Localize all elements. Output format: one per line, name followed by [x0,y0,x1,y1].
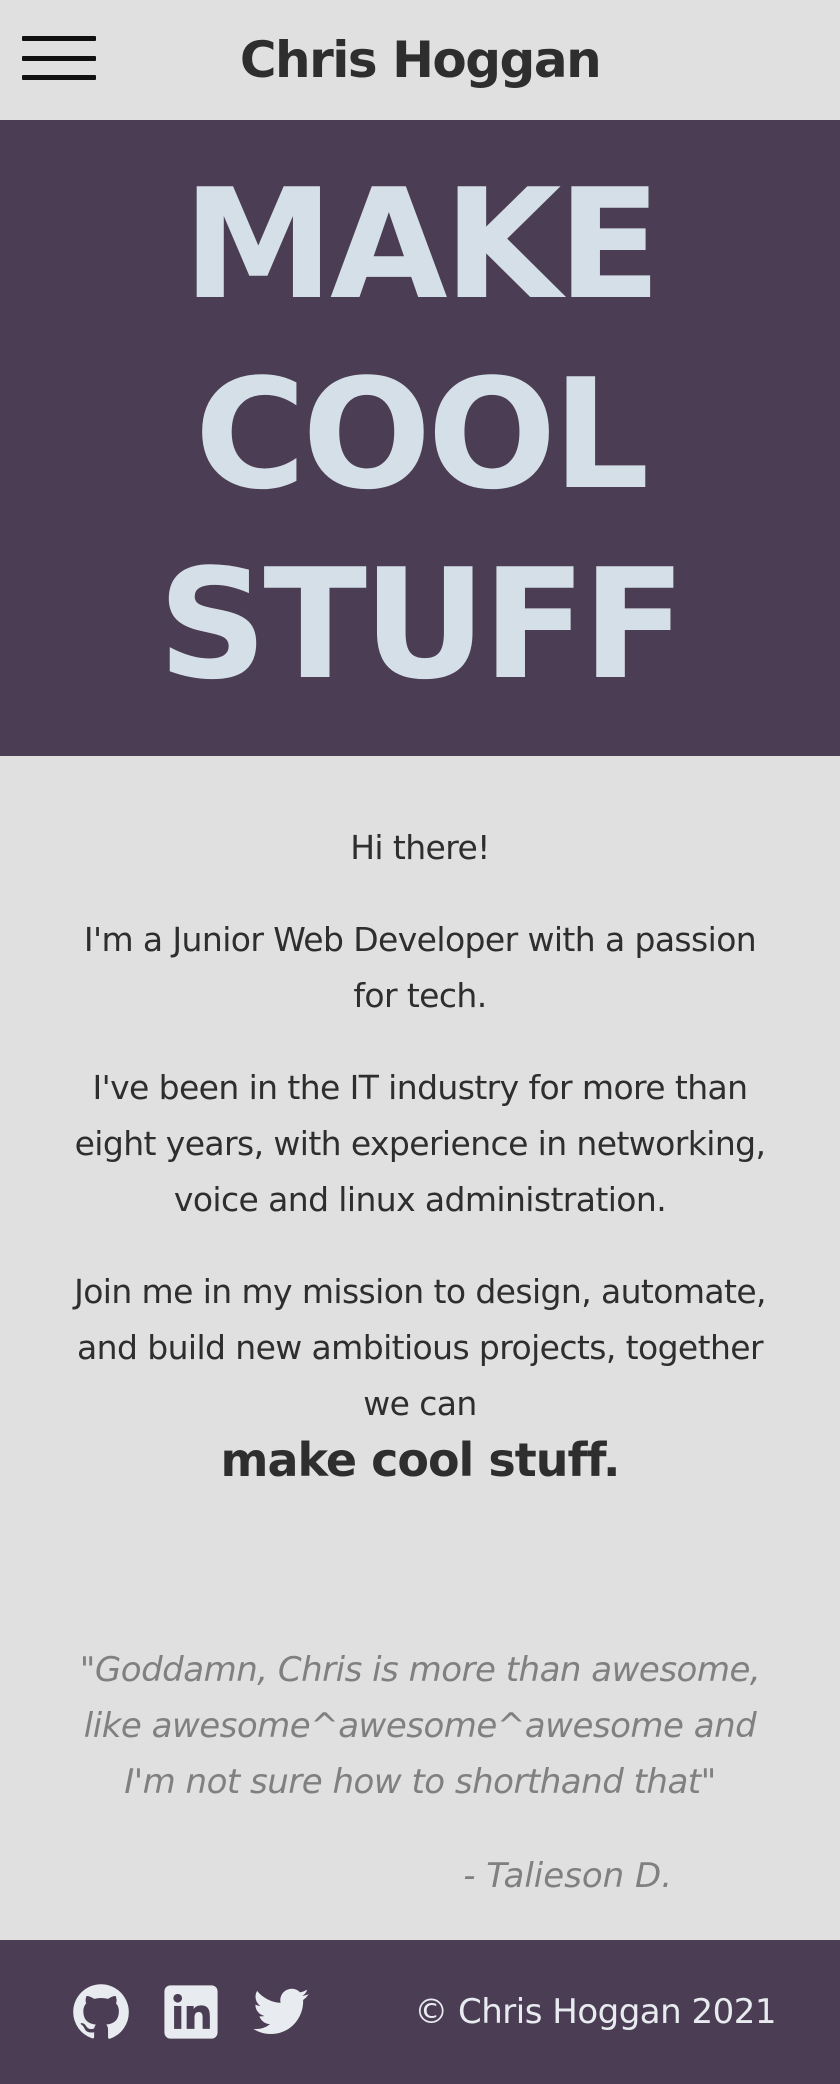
greeting-text: Hi there! [350,828,490,867]
about-section: Hi there! I'm a Junior Web Developer wit… [0,756,840,1488]
mission-sentence: Join me in my mission to design, automat… [74,1272,766,1423]
testimonial-section: "Goddamn, Chris is more than awesome, li… [0,1642,840,1904]
menu-bar-bottom [22,75,96,80]
tagline: make cool stuff. [220,1433,621,1487]
linkedin-icon-svg [164,1985,218,2039]
intro-text: I'm a Junior Web Developer with a passio… [83,920,757,1015]
site-footer: © Chris Hoggan 2021 [0,1940,840,2084]
github-icon[interactable] [72,1983,130,2041]
copyright-text: © Chris Hoggan 2021 [414,1992,776,2032]
twitter-icon[interactable] [252,1983,310,2041]
twitter-icon-svg [253,1988,309,2034]
social-links [72,1983,310,2041]
hero-line-cool: COOL [194,346,650,523]
testimonial-quote: "Goddamn, Chris is more than awesome, li… [79,1650,761,1802]
experience-text: I've been in the IT industry for more th… [74,1068,766,1219]
site-title[interactable]: Chris Hoggan [240,31,602,89]
hamburger-menu-icon[interactable] [22,36,96,80]
hero-banner: MAKE COOL STUFF [0,120,840,756]
hero-line-stuff: STUFF [157,536,686,713]
menu-bar-top [22,36,96,41]
menu-bar-middle [22,55,96,61]
linkedin-icon[interactable] [162,1983,220,2041]
site-header: Chris Hoggan [0,0,840,120]
testimonial-author: - Talieson D. [463,1856,672,1896]
github-icon-svg [73,1984,129,2039]
hero-line-make: MAKE [182,156,662,333]
mission-text: Join me in my mission to design, automat… [70,1264,770,1488]
